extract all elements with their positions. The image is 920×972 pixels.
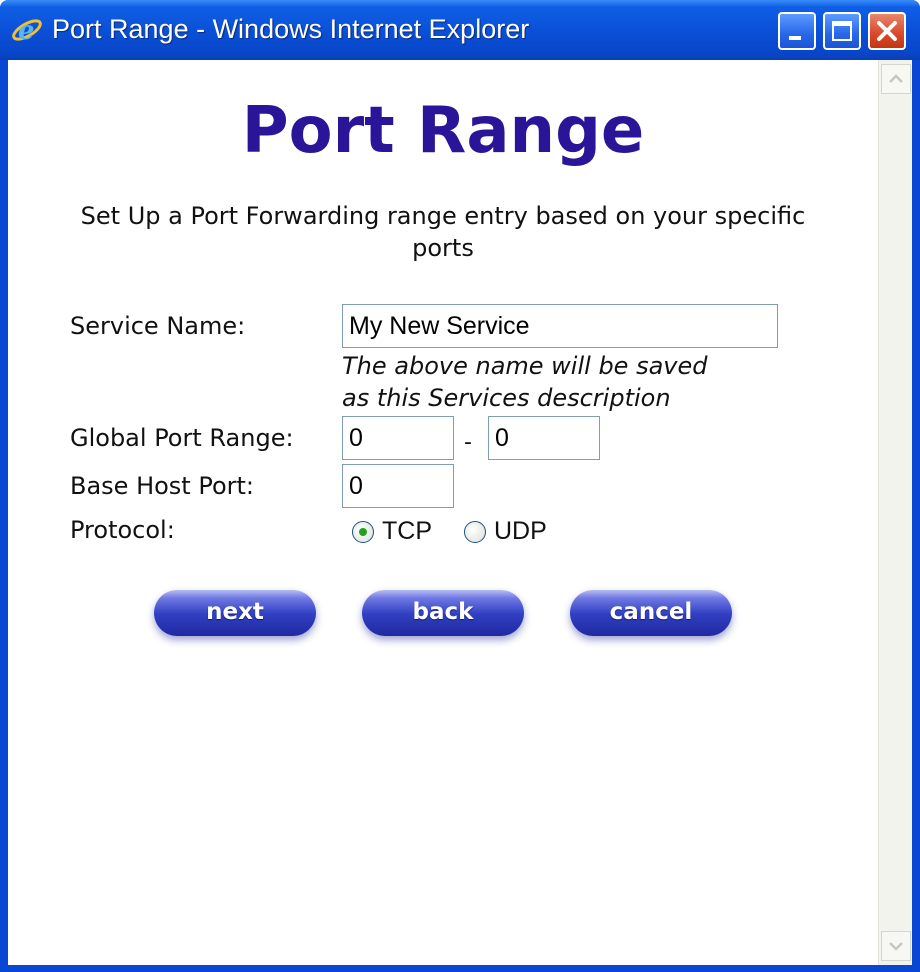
browser-window: e Port Range - Windows Internet Explorer… [0,0,920,972]
svg-text:e: e [18,16,35,46]
udp-label[interactable]: UDP [494,517,547,546]
page-subtitle: Set Up a Port Forwarding range entry bas… [80,202,806,262]
back-button[interactable]: back [362,590,524,636]
hint-line-1: The above name will be saved [342,352,708,380]
tcp-label[interactable]: TCP [382,517,432,546]
port-range-form: Port Range Set Up a Port Forwarding rang… [8,60,878,965]
base-host-port-label: Base Host Port: [70,472,255,500]
maximize-button[interactable] [823,12,861,50]
chevron-down-icon [889,942,903,951]
global-port-range-label: Global Port Range: [70,424,294,452]
vertical-scrollbar[interactable] [878,60,912,965]
udp-radio[interactable] [464,521,486,543]
radio-selected-dot [359,528,367,536]
page-title: Port Range [241,94,645,168]
maximize-icon [832,21,852,41]
chevron-up-icon [889,74,903,83]
close-icon [877,21,897,41]
page-area: Port Range Set Up a Port Forwarding rang… [8,60,912,965]
base-host-port-input[interactable]: 0 [342,464,454,508]
ie-logo-icon: e [12,16,42,46]
minimize-icon [789,36,801,40]
scroll-up-button[interactable] [881,64,911,94]
scroll-down-button[interactable] [881,931,911,961]
next-button[interactable]: next [154,590,316,636]
range-separator: - [464,430,472,455]
minimize-button[interactable] [778,12,816,50]
service-name-input[interactable]: My New Service [342,304,778,348]
global-port-start-input[interactable]: 0 [342,416,454,460]
window-title: Port Range - Windows Internet Explorer [52,14,530,44]
title-bar[interactable]: e Port Range - Windows Internet Explorer [0,0,920,60]
service-name-label: Service Name: [70,312,246,340]
protocol-label: Protocol: [70,516,175,544]
close-button[interactable] [868,12,906,50]
tcp-radio[interactable] [352,521,374,543]
cancel-button[interactable]: cancel [570,590,732,636]
service-name-hint: The above name will be saved as this Ser… [342,350,707,414]
hint-line-2: as this Services description [342,384,671,412]
global-port-end-input[interactable]: 0 [488,416,600,460]
